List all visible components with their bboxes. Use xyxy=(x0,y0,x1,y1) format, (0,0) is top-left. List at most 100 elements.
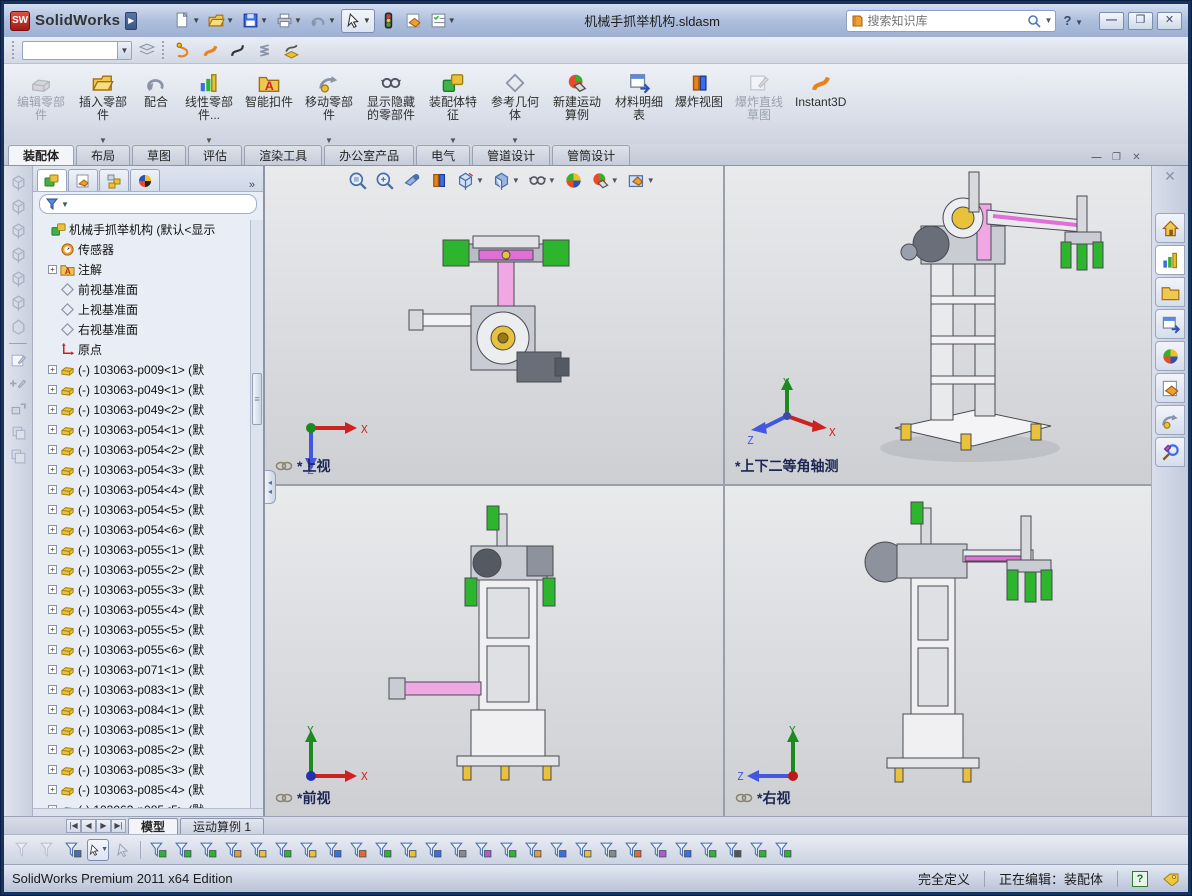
zoom-fit-button[interactable] xyxy=(347,170,368,191)
filter-vertices-icon[interactable] xyxy=(147,839,169,861)
tree-item[interactable]: +(-) 103063-p055<1> (默 xyxy=(37,539,263,559)
doc-close-button[interactable]: ✕ xyxy=(1128,152,1145,165)
expand-toggle[interactable]: + xyxy=(48,685,57,694)
filter-annotations-icon[interactable] xyxy=(522,839,544,861)
filter-toggle-icon[interactable] xyxy=(62,839,84,861)
viewport-front-view[interactable]: Y X *前视 xyxy=(265,486,723,816)
search-options-caret[interactable]: ▼ xyxy=(1045,16,1053,25)
filter-midpoints-icon[interactable] xyxy=(397,839,419,861)
filter-balloons-icon[interactable] xyxy=(572,839,594,861)
layers-icon[interactable] xyxy=(138,42,156,58)
filter-solid-bodies-icon[interactable] xyxy=(247,839,269,861)
panel-collapse-handle[interactable]: ◂◂ xyxy=(265,470,276,504)
tab-property-manager[interactable] xyxy=(68,169,98,191)
expand-toggle[interactable]: + xyxy=(48,785,57,794)
section-view-button[interactable] xyxy=(428,170,449,191)
close-button[interactable]: ✕ xyxy=(1157,12,1182,30)
compare-button[interactable]: ▼ xyxy=(626,170,656,191)
quick-tips-icon[interactable]: ? xyxy=(1132,871,1148,887)
ribbon-tab-草图[interactable]: 草图 xyxy=(132,145,186,165)
new-document-button[interactable]: ▼ xyxy=(171,9,203,33)
expand-toggle[interactable]: + xyxy=(48,385,57,394)
move-copy-button[interactable] xyxy=(7,398,29,419)
tree-scroll-thumb[interactable] xyxy=(252,373,262,425)
expand-toggle[interactable]: + xyxy=(48,365,57,374)
filter-ref-points-icon[interactable] xyxy=(497,839,519,861)
view-prism-button[interactable] xyxy=(7,316,29,337)
projected-curve-icon[interactable] xyxy=(280,38,303,62)
view-cube-5-button[interactable] xyxy=(7,268,29,289)
tree-item[interactable]: 前视基准面 xyxy=(37,279,263,299)
filter-cosmetic-threads-icon[interactable] xyxy=(722,839,744,861)
toolbar-grip-2[interactable] xyxy=(162,41,166,59)
insert-component-button[interactable]: 插入零部件 ▼ xyxy=(72,66,134,144)
view-cube-3-button[interactable] xyxy=(7,220,29,241)
show-hidden-button[interactable]: 显示隐藏的零部件 xyxy=(360,66,422,144)
apply-scene-button[interactable] xyxy=(563,170,584,191)
tree-item[interactable]: +(-) 103063-p055<5> (默 xyxy=(37,619,263,639)
taskpane-tab-diagnostics[interactable] xyxy=(1155,437,1185,467)
search-icon[interactable] xyxy=(1027,14,1041,28)
filter-sketches-icon[interactable] xyxy=(347,839,369,861)
filter-surface-finish-icon[interactable] xyxy=(672,839,694,861)
filter-multiple-icon[interactable] xyxy=(37,839,59,861)
viewport-right-view[interactable]: Y Z *右视 xyxy=(725,486,1151,816)
filter-connection-points-icon[interactable] xyxy=(747,839,769,861)
ribbon-tab-渲染工具[interactable]: 渲染工具 xyxy=(244,145,322,165)
doc-restore-button[interactable]: ❐ xyxy=(1108,152,1125,165)
view-cube-6-button[interactable] xyxy=(7,292,29,313)
tree-item[interactable]: +(-) 103063-p049<1> (默 xyxy=(37,379,263,399)
ribbon-tab-办公室产品[interactable]: 办公室产品 xyxy=(324,145,414,165)
filter-surface-bodies-icon[interactable] xyxy=(222,839,244,861)
view-cube-2-button[interactable] xyxy=(7,196,29,217)
expand-toggle[interactable]: + xyxy=(48,405,57,414)
expand-toggle[interactable]: + xyxy=(48,465,57,474)
tree-item[interactable]: +(-) 103063-p049<2> (默 xyxy=(37,399,263,419)
tree-item[interactable]: +(-) 103063-p055<6> (默 xyxy=(37,639,263,659)
save-document-button[interactable]: ▼ xyxy=(239,9,271,33)
knowledge-search[interactable]: ▼ xyxy=(846,10,1056,32)
select-cursor-gray-icon[interactable] xyxy=(112,839,134,861)
tab-scroll-prev[interactable]: ◀ xyxy=(81,819,96,833)
tab-configuration-manager[interactable] xyxy=(99,169,129,191)
tree-vertical-scrollbar[interactable] xyxy=(250,220,263,808)
spring-curve-icon[interactable] xyxy=(253,38,276,62)
tab-feature-tree[interactable] xyxy=(37,169,67,191)
open-document-button[interactable]: ▼ xyxy=(205,9,237,33)
expand-toggle[interactable]: + xyxy=(48,265,57,274)
tree-item[interactable]: +(-) 103063-p054<1> (默 xyxy=(37,419,263,439)
tree-item[interactable]: +(-) 103063-p071<1> (默 xyxy=(37,659,263,679)
ribbon-tab-布局[interactable]: 布局 xyxy=(76,145,130,165)
expand-toggle[interactable]: + xyxy=(48,745,57,754)
task-pane-close-icon[interactable]: ✕ xyxy=(1164,168,1176,185)
minimize-button[interactable]: — xyxy=(1099,12,1124,30)
view-cube-4-button[interactable] xyxy=(7,244,29,265)
tree-filter-box[interactable]: ▼ xyxy=(39,194,257,214)
tree-horizontal-scrollbar[interactable] xyxy=(33,808,263,816)
select-cursor-button[interactable]: ▼ xyxy=(341,9,375,33)
model-tab-model[interactable]: 模型 xyxy=(128,818,178,834)
ribbon-tab-评估[interactable]: 评估 xyxy=(188,145,242,165)
tree-item[interactable]: 原点 xyxy=(37,339,263,359)
expand-toggle[interactable]: + xyxy=(48,665,57,674)
expand-toggle[interactable]: + xyxy=(48,485,57,494)
ribbon-tab-电气[interactable]: 电气 xyxy=(416,145,470,165)
undo-button[interactable]: ▼ xyxy=(307,9,339,33)
previous-view-button[interactable] xyxy=(401,170,422,191)
view-orientation-button[interactable]: ▼ xyxy=(455,170,485,191)
search-input[interactable] xyxy=(868,14,1023,28)
tree-item[interactable]: +(-) 103063-p055<2> (默 xyxy=(37,559,263,579)
taskpane-tab-custom-properties[interactable] xyxy=(1155,373,1185,403)
document-combo[interactable]: ▼ xyxy=(22,41,132,60)
filter-clear-icon[interactable] xyxy=(12,839,34,861)
tree-item[interactable]: +(-) 103063-p055<4> (默 xyxy=(37,599,263,619)
combo-caret-icon[interactable]: ▼ xyxy=(117,42,131,59)
filter-blocks-icon[interactable] xyxy=(697,839,719,861)
free-curve-icon[interactable] xyxy=(226,38,249,62)
ribbon-tab-装配体[interactable]: 装配体 xyxy=(8,145,74,165)
filter-routing-points-icon[interactable] xyxy=(772,839,794,861)
tree-item[interactable]: +(-) 103063-p054<6> (默 xyxy=(37,519,263,539)
expand-toggle[interactable]: + xyxy=(48,625,57,634)
tree-item[interactable]: +(-) 103063-p085<1> (默 xyxy=(37,719,263,739)
ribbon-tab-管道设计[interactable]: 管道设计 xyxy=(472,145,550,165)
